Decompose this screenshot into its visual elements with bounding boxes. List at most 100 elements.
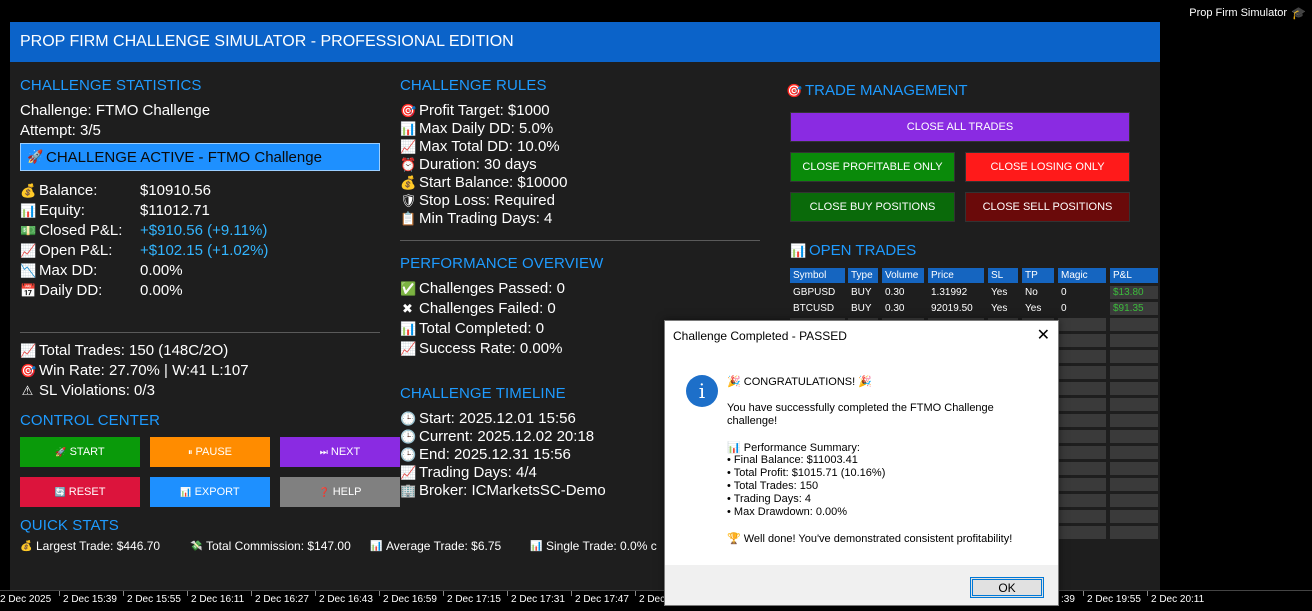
rule-duration: ⏰ Duration: 30 days: [400, 156, 537, 173]
ok-button[interactable]: OK: [970, 577, 1044, 598]
clock-icon: 🕒: [400, 428, 417, 444]
close-profitable-button[interactable]: CLOSE PROFITABLE ONLY: [790, 152, 955, 182]
money-bag-icon: 💰: [400, 174, 417, 190]
empty-table-cell: [1110, 446, 1158, 459]
rule-min-trading-days: 📋 Min Trading Days: 4: [400, 210, 552, 227]
chart-up-icon: 📈: [20, 342, 37, 358]
empty-table-cell: [1058, 494, 1106, 507]
table-header-cell: Magic: [1058, 268, 1106, 283]
reset-label: RESET: [68, 486, 106, 498]
reset-icon: 🔄: [54, 486, 66, 497]
balance-label: Balance:: [39, 182, 98, 199]
empty-table-cell: [1058, 382, 1106, 395]
help-label: HELP: [332, 486, 362, 498]
table-cell: BUY: [851, 303, 872, 314]
chart-up-icon: 📈: [400, 138, 417, 154]
congrats-text: 🎉 CONGRATULATIONS! 🎉: [727, 376, 872, 388]
perf-failed: ✖ Challenges Failed: 0: [400, 300, 556, 317]
equity-row: 📊 Equity:: [20, 202, 85, 219]
timeline-start: 🕒 Start: 2025.12.01 15:56: [400, 410, 576, 427]
panel-header: PROP FIRM CHALLENGE SIMULATOR - PROFESSI…: [10, 22, 1160, 62]
table-header-cell: Symbol: [790, 268, 845, 283]
next-button[interactable]: ⏭ NEXT: [280, 437, 400, 467]
rule-text: Max Daily DD: 5.0%: [419, 120, 554, 137]
export-icon: 📊: [180, 486, 192, 497]
building-icon: 🏢: [400, 482, 417, 498]
table-cell: $91.35: [1110, 302, 1158, 315]
shield-icon: 🛡: [400, 192, 417, 208]
single-trade-text: Single Trade: 0.0% c: [546, 539, 657, 553]
sl-violations-row: ⚠ SL Violations: 0/3: [20, 382, 155, 399]
chart-down-icon: 📉: [20, 262, 37, 278]
table-cell: 0: [1061, 287, 1067, 298]
quick-stats-title: QUICK STATS: [20, 517, 119, 534]
time-tick: 2 Dec 16:59: [379, 591, 437, 605]
next-label: NEXT: [330, 446, 361, 458]
empty-table-cell: [1058, 318, 1106, 331]
rule-text: Max Total DD: 10.0%: [419, 138, 560, 155]
bar-chart-icon: 📊: [400, 120, 417, 136]
empty-table-cell: [1058, 462, 1106, 475]
close-losing-button[interactable]: CLOSE LOSING ONLY: [965, 152, 1130, 182]
rule-text: Stop Loss: Required: [419, 192, 555, 209]
table-cell: 0: [1061, 303, 1067, 314]
timeline-trading-days: 📈 Trading Days: 4/4: [400, 464, 537, 481]
close-buy-button[interactable]: CLOSE BUY POSITIONS: [790, 192, 955, 222]
target-icon: 🎯: [400, 102, 417, 118]
start-button[interactable]: 🚀 START: [20, 437, 140, 467]
closed-pnl-row: 💵 Closed P&L:: [20, 222, 122, 239]
perf-completed: 📊 Total Completed: 0: [400, 320, 544, 337]
clock-icon: 🕒: [400, 410, 417, 426]
perf-text: Challenges Passed: 0: [419, 280, 565, 297]
help-button[interactable]: ❓ HELP: [280, 477, 400, 507]
table-cell: Yes: [991, 287, 1008, 298]
table-cell: 0.30: [885, 303, 905, 314]
rule-max-daily-dd: 📊 Max Daily DD: 5.0%: [400, 120, 553, 137]
money-bag-icon: 💰: [20, 540, 33, 552]
export-button[interactable]: 📊 EXPORT: [150, 477, 270, 507]
reset-button[interactable]: 🔄 RESET: [20, 477, 140, 507]
cash-icon: 💵: [20, 222, 37, 238]
perf-success-rate: 📈 Success Rate: 0.00%: [400, 340, 562, 357]
pause-button[interactable]: ⏸ PAUSE: [150, 437, 270, 467]
close-sell-button[interactable]: CLOSE SELL POSITIONS: [965, 192, 1130, 222]
empty-table-cell: [1058, 510, 1106, 523]
daily-dd-value: 0.00%: [140, 282, 183, 299]
timeline-text: Current: 2025.12.02 20:18: [419, 428, 595, 445]
close-all-trades-button[interactable]: CLOSE ALL TRADES: [790, 112, 1130, 142]
closed-pnl-value: +$910.56 (+9.11%): [140, 222, 268, 239]
start-label: START: [69, 446, 105, 458]
total-trades-row: 📈 Total Trades: 150 (148C/2O): [20, 342, 228, 359]
table-cell: Yes: [991, 303, 1008, 314]
average-trade: 📊 Average Trade: $6.75: [370, 539, 501, 553]
win-rate-text: Win Rate: 27.70% | W:41 L:107: [39, 362, 249, 379]
time-tick: 2 Dec 17:15: [443, 591, 501, 605]
pause-label: PAUSE: [195, 446, 232, 458]
table-cell: GBPUSD: [793, 287, 836, 298]
dialog-message-line2: challenge!: [727, 415, 778, 427]
max-dd-value: 0.00%: [140, 262, 183, 279]
close-icon[interactable]: ✕: [1037, 325, 1050, 345]
empty-table-cell: [1110, 382, 1158, 395]
empty-table-cell: [1110, 334, 1158, 347]
total-commission: 💸 Total Commission: $147.00: [190, 539, 351, 553]
dialog-title: Challenge Completed - PASSED: [673, 329, 847, 343]
check-box-icon: ✅: [400, 280, 417, 296]
table-cell: No: [1025, 287, 1038, 298]
rule-start-balance: 💰 Start Balance: $10000: [400, 174, 567, 191]
rule-max-total-dd: 📈 Max Total DD: 10.0%: [400, 138, 560, 155]
perf-text: Challenges Failed: 0: [419, 300, 556, 317]
money-wings-icon: 💸: [190, 540, 203, 552]
empty-table-cell: [1110, 478, 1158, 491]
open-trades-title-text: OPEN TRADES: [809, 242, 917, 259]
time-tick: 2 Dec 2025: [0, 594, 52, 605]
timeline-text: End: 2025.12.31 15:56: [419, 446, 571, 463]
empty-table-cell: [1058, 366, 1106, 379]
timeline-title: CHALLENGE TIMELINE: [400, 385, 566, 402]
trade-mgmt-title: 🎯 TRADE MANAGEMENT: [786, 82, 968, 99]
average-trade-text: Average Trade: $6.75: [386, 539, 502, 553]
clipboard-icon: 📋: [400, 210, 417, 226]
timeline-text: Broker: ICMarketsSC-Demo: [419, 482, 606, 499]
active-banner-text: CHALLENGE ACTIVE - FTMO Challenge: [46, 148, 322, 166]
empty-table-cell: [1058, 334, 1106, 347]
